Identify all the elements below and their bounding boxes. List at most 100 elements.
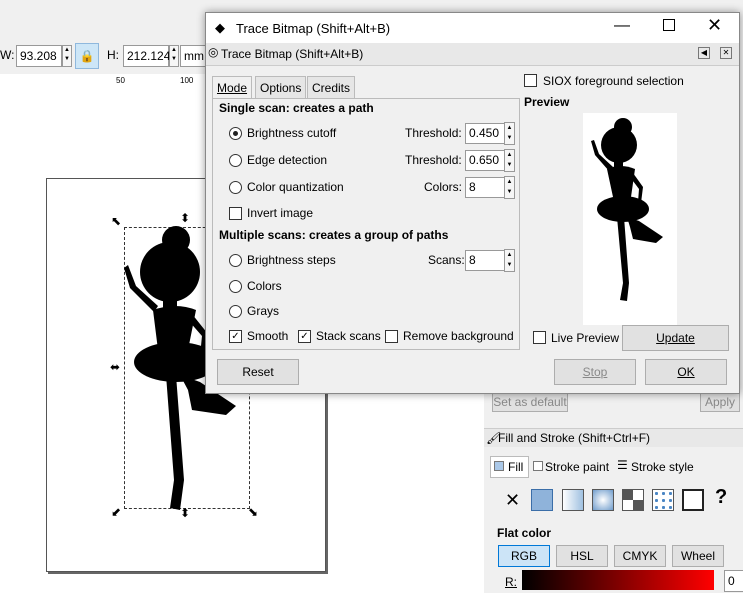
reset-button[interactable]: Reset [217, 359, 299, 385]
colors-spinner[interactable]: ▲ ▼ [504, 176, 515, 199]
smooth-label[interactable]: Smooth [247, 329, 288, 343]
width-spinner[interactable]: ▲ ▼ [62, 45, 72, 67]
resize-handle-nw[interactable]: ⬉ [111, 214, 121, 228]
apply-button[interactable]: Apply [700, 392, 740, 412]
resize-handle-s[interactable]: ⬍ [180, 506, 190, 520]
live-preview-label[interactable]: Live Preview [551, 331, 619, 345]
dock-collapse-icon[interactable]: ◀ [698, 47, 710, 59]
brightness-steps-radio[interactable] [229, 254, 242, 267]
tab-stroke-style-label: Stroke style [631, 460, 694, 474]
set-default-button[interactable]: Set as default [492, 392, 568, 412]
stop-button[interactable]: Stop [554, 359, 636, 385]
ok-button-label: OK [677, 365, 695, 379]
mesh-icon[interactable] [622, 489, 644, 511]
stack-scans-label[interactable]: Stack scans [316, 329, 381, 343]
live-preview-checkbox[interactable] [533, 331, 546, 344]
no-paint-icon[interactable]: ✕ [505, 490, 520, 511]
red-slider[interactable] [522, 570, 714, 590]
flat-color-icon[interactable] [531, 489, 553, 511]
dialog-title: Trace Bitmap (Shift+Alt+B) [236, 21, 391, 36]
tab-options-label: Options [260, 81, 302, 95]
colors-option-label[interactable]: Colors [247, 279, 282, 293]
threshold-label: Threshold: [405, 153, 462, 167]
radial-gradient-icon[interactable] [592, 489, 614, 511]
linear-gradient-icon[interactable] [562, 489, 584, 511]
stroke-paint-icon [533, 461, 543, 471]
stack-scans-checkbox[interactable]: ✓ [298, 330, 311, 343]
tab-stroke-style[interactable]: ☰ Stroke style [615, 456, 695, 476]
trace-bitmap-dialog: ◆ Trace Bitmap (Shift+Alt+B) — ✕ ◎ Trace… [205, 12, 740, 394]
red-value[interactable]: 0 [724, 570, 743, 592]
resize-handle-n[interactable]: ⬍ [180, 211, 190, 225]
lock-icon[interactable]: 🔒 [75, 43, 99, 69]
height-field[interactable]: 212.124 [123, 45, 170, 67]
update-button[interactable]: Update [622, 325, 729, 351]
ok-button[interactable]: OK [645, 359, 727, 385]
edge-threshold-spinner[interactable]: ▲ ▼ [504, 149, 515, 172]
mode-cmyk-button[interactable]: CMYK [614, 545, 666, 567]
horizontal-ruler: 50 100 [0, 74, 210, 91]
tab-stroke-paint[interactable]: Stroke paint [530, 456, 612, 476]
unset-paint-icon[interactable]: ? [715, 486, 727, 509]
resize-handle-se[interactable]: ⬊ [248, 505, 258, 519]
color-quantization-label[interactable]: Color quantization [247, 180, 344, 194]
dock-titlebar: ◎ Trace Bitmap (Shift+Alt+B) ◀ ✕ [206, 43, 739, 66]
siox-checkbox[interactable] [524, 74, 537, 87]
mode-rgb-button[interactable]: RGB [498, 545, 550, 567]
edge-threshold-input[interactable]: 0.650 [465, 150, 506, 171]
ruler-tick: 50 [116, 76, 125, 85]
resize-handle-sw[interactable]: ⬋ [111, 505, 121, 519]
siox-label[interactable]: SIOX foreground selection [543, 74, 684, 88]
mode-hsl-button[interactable]: HSL [556, 545, 608, 567]
color-quantization-radio[interactable] [229, 181, 242, 194]
flat-color-label: Flat color [497, 526, 552, 540]
preview-image [583, 113, 677, 325]
maximize-button[interactable] [663, 19, 675, 31]
remove-background-checkbox[interactable] [385, 330, 398, 343]
scans-label: Scans: [428, 253, 465, 267]
scans-input[interactable]: 8 [465, 250, 506, 271]
width-field[interactable]: 93.208 [16, 45, 62, 67]
tab-credits-label: Credits [312, 81, 351, 95]
remove-background-label[interactable]: Remove background [403, 329, 514, 343]
invert-image-checkbox[interactable] [229, 207, 242, 220]
tab-mode-label: Mode [217, 81, 248, 95]
resize-handle-w[interactable]: ⬌ [110, 360, 120, 374]
swatch-icon[interactable] [682, 489, 704, 511]
tab-credits[interactable]: Credits [307, 76, 356, 99]
edge-detection-label[interactable]: Edge detection [247, 153, 327, 167]
inkscape-icon: ◆ [215, 20, 225, 35]
colors-input[interactable]: 8 [465, 177, 506, 198]
edge-detection-radio[interactable] [229, 154, 242, 167]
width-label: W: [0, 48, 15, 62]
brightness-cutoff-radio[interactable] [229, 127, 242, 140]
threshold-spinner[interactable]: ▲ ▼ [504, 122, 515, 145]
grays-radio[interactable] [229, 305, 242, 318]
fill-stroke-header: 🖌 Fill and Stroke (Shift+Ctrl+F) [484, 428, 743, 447]
tab-fill-label: Fill [508, 460, 524, 474]
dock-close-icon[interactable]: ✕ [720, 47, 732, 59]
r-label: R: [505, 575, 517, 589]
brightness-steps-label[interactable]: Brightness steps [247, 253, 336, 267]
mode-wheel-button[interactable]: Wheel [672, 545, 724, 567]
tab-options[interactable]: Options [255, 76, 307, 99]
close-button[interactable]: ✕ [707, 15, 722, 36]
threshold-input[interactable]: 0.450 [465, 123, 506, 144]
preview-silhouette [591, 118, 663, 301]
invert-image-label[interactable]: Invert image [247, 206, 313, 220]
smooth-checkbox[interactable]: ✓ [229, 330, 242, 343]
tab-stroke-paint-label: Stroke paint [545, 460, 610, 474]
brightness-cutoff-label[interactable]: Brightness cutoff [247, 126, 336, 140]
minimize-button[interactable]: — [614, 17, 630, 35]
tab-mode[interactable]: Mode [212, 76, 253, 100]
pattern-icon[interactable] [652, 489, 674, 511]
dialog-titlebar: ◆ Trace Bitmap (Shift+Alt+B) — ✕ [206, 13, 739, 43]
select-toolbar: W: 93.208 ▲ ▼ 🔒 H: 212.124 ▲ ▼ mm [0, 40, 210, 70]
height-spinner[interactable]: ▲ ▼ [169, 45, 179, 67]
height-label: H: [107, 48, 119, 62]
colors-radio[interactable] [229, 280, 242, 293]
scans-spinner[interactable]: ▲ ▼ [504, 249, 515, 272]
tab-fill[interactable]: Fill [490, 456, 529, 478]
stroke-style-icon: ☰ [617, 458, 628, 472]
grays-option-label[interactable]: Grays [247, 304, 279, 318]
